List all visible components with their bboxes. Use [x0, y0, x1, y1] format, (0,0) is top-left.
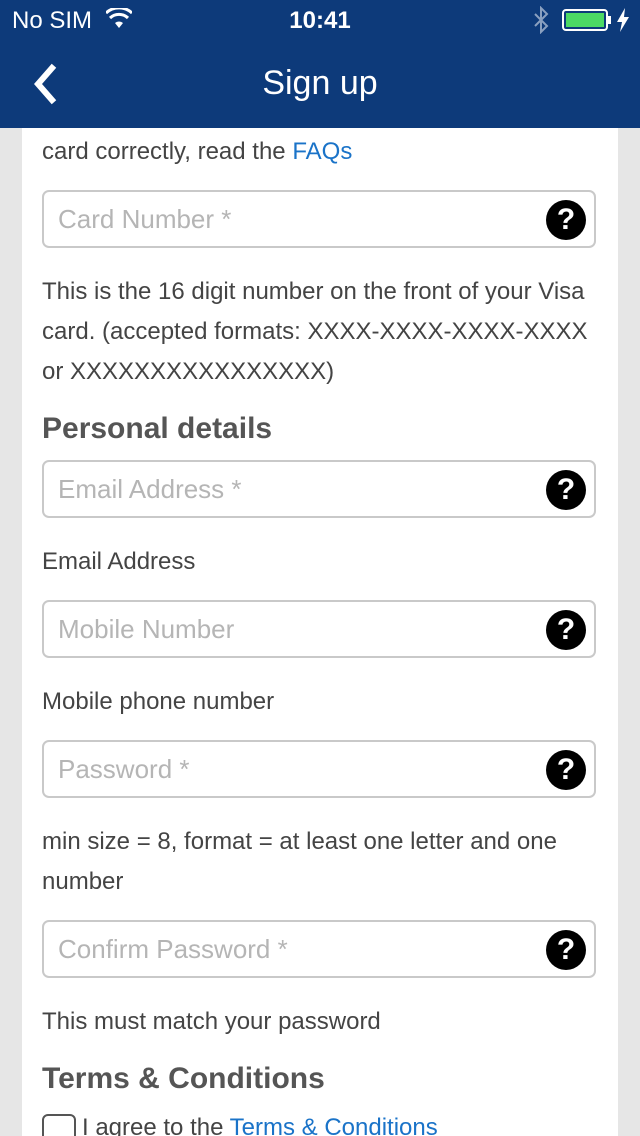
password-input[interactable]: [44, 742, 548, 796]
email-hint: Email Address: [42, 548, 196, 575]
card-number-field[interactable]: ?: [42, 190, 596, 248]
status-bar: No SIM 10:41: [0, 0, 640, 40]
terms-link[interactable]: Terms & Conditions: [230, 1114, 438, 1136]
terms-agree-text: I agree to the: [82, 1114, 230, 1136]
battery-icon: [562, 9, 611, 31]
signup-form: card correctly, read the FAQs ? This is …: [22, 128, 618, 1136]
bluetooth-icon: [534, 6, 549, 34]
confirm-password-hint: This must match your password: [42, 1008, 381, 1035]
confirm-password-input[interactable]: [44, 922, 548, 976]
terms-agree: I agree to the Terms & Conditions: [82, 1108, 602, 1136]
personal-details-heading: Personal details: [42, 412, 273, 445]
charging-icon: [617, 8, 629, 32]
password-help-icon[interactable]: ?: [546, 750, 586, 790]
card-number-hint: This is the 16 digit number on the front…: [42, 278, 588, 385]
faq-note: card correctly, read the FAQs: [42, 132, 602, 172]
mobile-help-icon[interactable]: ?: [546, 610, 586, 650]
terms-heading: Terms & Conditions: [42, 1062, 325, 1095]
terms-checkbox[interactable]: [42, 1114, 76, 1136]
email-input[interactable]: [44, 462, 548, 516]
nav-bar: Sign up: [0, 40, 640, 128]
faq-note-text: card correctly, read the: [42, 138, 293, 165]
card-number-help-icon[interactable]: ?: [546, 200, 586, 240]
email-help-icon[interactable]: ?: [546, 470, 586, 510]
email-field[interactable]: ?: [42, 460, 596, 518]
password-hint: min size = 8, format = at least one lett…: [42, 828, 557, 895]
mobile-field[interactable]: ?: [42, 600, 596, 658]
confirm-password-field[interactable]: ?: [42, 920, 596, 978]
card-number-input[interactable]: [44, 192, 548, 246]
faqs-link[interactable]: FAQs: [292, 138, 352, 165]
mobile-hint: Mobile phone number: [42, 688, 275, 715]
confirm-password-help-icon[interactable]: ?: [546, 930, 586, 970]
mobile-input[interactable]: [44, 602, 548, 656]
page-title: Sign up: [262, 64, 378, 102]
password-field[interactable]: ?: [42, 740, 596, 798]
